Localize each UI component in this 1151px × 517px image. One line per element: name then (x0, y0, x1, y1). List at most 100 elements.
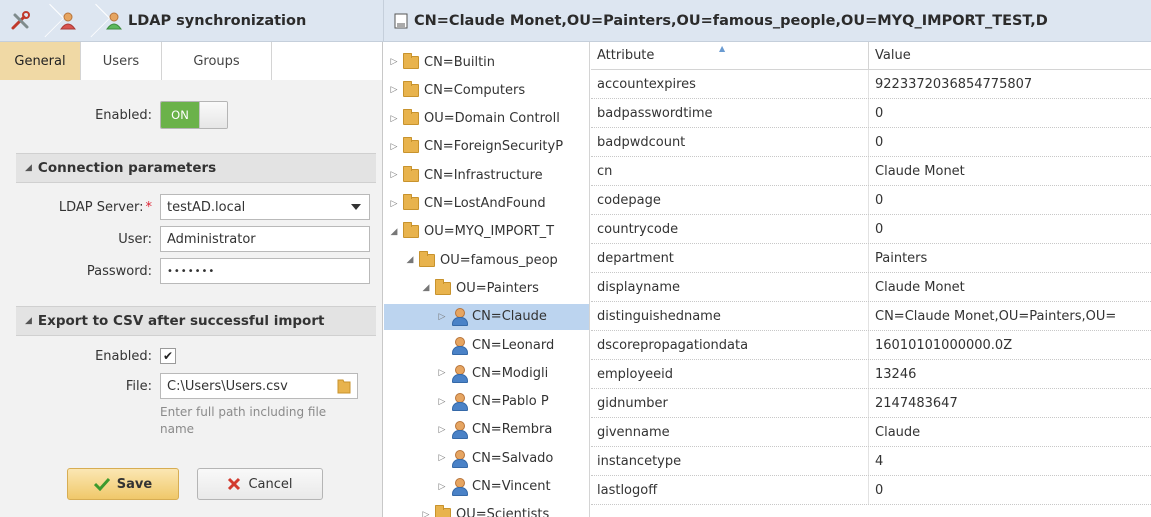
tree-node[interactable]: ▷ OU=Scientists (384, 502, 589, 517)
table-row[interactable]: givenname Claude (591, 418, 1151, 447)
tree-node[interactable]: ▷ CN=Salvado (384, 445, 589, 471)
enabled-toggle[interactable]: ON (160, 101, 228, 129)
tab-groups[interactable]: Groups (162, 42, 272, 80)
table-row[interactable]: lastlogoff 0 (591, 476, 1151, 505)
table-row[interactable]: department Painters (591, 244, 1151, 273)
expand-icon[interactable]: ▷ (436, 397, 448, 407)
tools-icon (10, 10, 32, 31)
table-row[interactable]: displayname Claude Monet (591, 273, 1151, 302)
tree-node[interactable]: CN=Leonard (384, 332, 589, 358)
expand-icon[interactable]: ▷ (388, 57, 400, 67)
expand-icon[interactable]: ▷ (388, 170, 400, 180)
expand-icon[interactable]: ▷ (436, 453, 448, 463)
export-enabled-label: Enabled: (95, 348, 152, 364)
tree-node[interactable]: ▷ CN=Builtin (384, 49, 589, 75)
attribute-value-cell: 9223372036854775807 (875, 76, 1033, 92)
table-row[interactable]: cn Claude Monet (591, 157, 1151, 186)
table-row[interactable]: dscorepropagationdata 16010101000000.0Z (591, 331, 1151, 360)
tree-node[interactable]: ▷ CN=Vincent (384, 474, 589, 500)
tree-node[interactable]: ▷ CN=LostAndFound (384, 191, 589, 217)
folder-icon (435, 278, 451, 295)
tree-node-label: CN=Claude (472, 309, 547, 325)
column-header-value[interactable]: Value (869, 42, 1151, 69)
tree-node[interactable]: ▷ CN=Rembra (384, 417, 589, 443)
detail-title: CN=Claude Monet,OU=Painters,OU=famous_pe… (414, 12, 1048, 29)
file-path-hint: Enter full path including file name (160, 405, 327, 436)
tree-node[interactable]: ▷ CN=Computers (384, 77, 589, 103)
column-header-label: Value (875, 48, 911, 63)
expand-icon[interactable]: ▷ (388, 85, 400, 95)
expand-icon[interactable]: ▷ (388, 199, 400, 209)
password-field[interactable]: ••••••• (160, 258, 370, 284)
export-section-header[interactable]: ◢ Export to CSV after successful import (16, 306, 376, 336)
cancel-button[interactable]: Cancel (197, 468, 323, 500)
table-row[interactable]: gidnumber 2147483647 (591, 389, 1151, 418)
table-row[interactable]: accountexpires 9223372036854775807 (591, 70, 1151, 99)
tree-node-label: CN=LostAndFound (424, 196, 546, 211)
tree-node-label: OU=MYQ_IMPORT_T (424, 224, 555, 240)
attribute-value-cell: 0 (875, 221, 884, 237)
table-row[interactable]: distinguishedname CN=Claude Monet,OU=Pain… (591, 302, 1151, 331)
user-icon (451, 478, 468, 496)
ldap-sync-icon (104, 11, 124, 31)
collapse-icon[interactable]: ◢ (404, 255, 416, 265)
collapse-icon[interactable]: ◢ (420, 283, 432, 293)
expand-icon[interactable]: ▷ (388, 114, 400, 124)
table-row[interactable]: employeeid 13246 (591, 360, 1151, 389)
tree-node-label: CN=Rembra (472, 422, 553, 438)
expand-icon[interactable]: ▷ (420, 510, 432, 517)
file-path-value: C:\Users\Users.csv (167, 378, 288, 394)
tree-node[interactable]: ▷ CN=Pablo P (384, 389, 589, 415)
toggle-knob (199, 102, 227, 128)
table-row[interactable]: badpwdcount 0 (591, 128, 1151, 157)
close-icon (227, 477, 241, 491)
tree-node[interactable]: ◢ OU=famous_peop (384, 247, 589, 273)
tree-node-label: CN=ForeignSecurityP (424, 139, 564, 155)
folder-icon (419, 250, 435, 267)
tab-general[interactable]: General (0, 42, 81, 80)
ldap-tree: ▷ CN=Builtin ▷ CN=Computers ▷ OU=Domain Contr… (384, 42, 590, 517)
attribute-name-cell: displayname (591, 273, 869, 301)
attribute-value-cell: 0 (875, 134, 884, 150)
folder-icon (403, 222, 419, 239)
collapse-icon[interactable]: ◢ (388, 227, 400, 237)
expand-icon[interactable]: ▷ (436, 368, 448, 378)
tree-node[interactable]: ▷ CN=Infrastructure (384, 162, 589, 188)
expand-icon[interactable]: ▷ (436, 425, 448, 435)
title-bar: LDAP synchronization CN=Claude Monet,OU=… (0, 0, 1151, 42)
tree-node[interactable]: ◢ OU=MYQ_IMPORT_T (384, 219, 589, 245)
expand-icon[interactable]: ▷ (388, 142, 400, 152)
checkmark-icon (93, 477, 110, 491)
tab-users[interactable]: Users (81, 42, 162, 80)
tree-node-label: CN=Computers (424, 82, 526, 98)
file-path-field[interactable]: C:\Users\Users.csv (160, 373, 358, 399)
expand-icon[interactable]: ▷ (436, 482, 448, 492)
table-row[interactable]: badpasswordtime 0 (591, 99, 1151, 128)
user-icon (451, 336, 468, 355)
tree-node[interactable]: ◢ OU=Painters (384, 275, 589, 301)
table-row[interactable]: countrycode 0 (591, 215, 1151, 244)
tree-node[interactable]: ▷ CN=Modigli (384, 360, 589, 386)
connection-section-header[interactable]: ◢ Connection parameters (16, 153, 376, 183)
column-header-attribute[interactable]: Attribute ▲ (591, 42, 869, 69)
tree-node[interactable]: ▷ CN=ForeignSecurityP (384, 134, 589, 160)
collapse-icon: ◢ (25, 316, 32, 326)
attribute-name-cell: instancetype (591, 447, 869, 475)
expand-icon[interactable]: ▷ (436, 312, 448, 322)
attribute-name-cell: dscorepropagationdata (591, 331, 869, 359)
tree-node[interactable]: ▷ CN=Claude (384, 303, 589, 330)
save-button[interactable]: Save (67, 468, 179, 500)
ldap-server-label: LDAP Server: * (58, 199, 152, 215)
sort-ascending-icon: ▲ (719, 44, 726, 53)
ldap-server-select[interactable]: testAD.local (160, 194, 370, 220)
tree-node[interactable]: ▷ OU=Domain Controll (384, 106, 589, 132)
export-enabled-checkbox[interactable]: ✔ (160, 348, 176, 364)
cancel-button-label: Cancel (248, 476, 293, 492)
user-field[interactable]: Administrator (160, 226, 370, 252)
table-row[interactable]: instancetype 4 (591, 447, 1151, 476)
table-row[interactable]: codepage 0 (591, 186, 1151, 215)
folder-icon (403, 137, 419, 154)
collapse-icon: ◢ (25, 163, 32, 173)
enabled-label: Enabled: (95, 107, 152, 123)
browse-folder-icon[interactable] (337, 378, 351, 394)
